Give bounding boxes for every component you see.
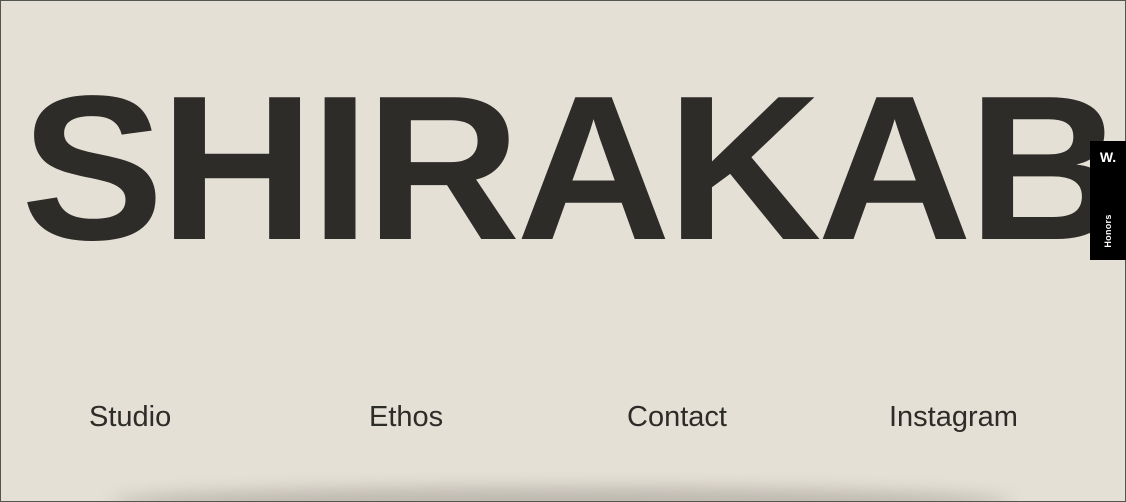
- nav-link-instagram[interactable]: Instagram: [889, 401, 1018, 434]
- brand-wordmark: SHIRAKABA: [21, 53, 1125, 283]
- awwwards-honors-badge[interactable]: W. Honors: [1090, 141, 1126, 260]
- bottom-shadow: [111, 487, 1011, 501]
- w-logo-icon: W.: [1099, 149, 1117, 165]
- badge-label: Honors: [1103, 214, 1113, 248]
- nav-link-contact[interactable]: Contact: [627, 401, 727, 434]
- page-viewport: SHIRAKABA Studio Ethos Contact Instagram: [0, 0, 1126, 502]
- nav-link-studio[interactable]: Studio: [89, 401, 171, 434]
- footer-nav: Studio Ethos Contact Instagram: [1, 401, 1125, 441]
- nav-link-ethos[interactable]: Ethos: [369, 401, 443, 434]
